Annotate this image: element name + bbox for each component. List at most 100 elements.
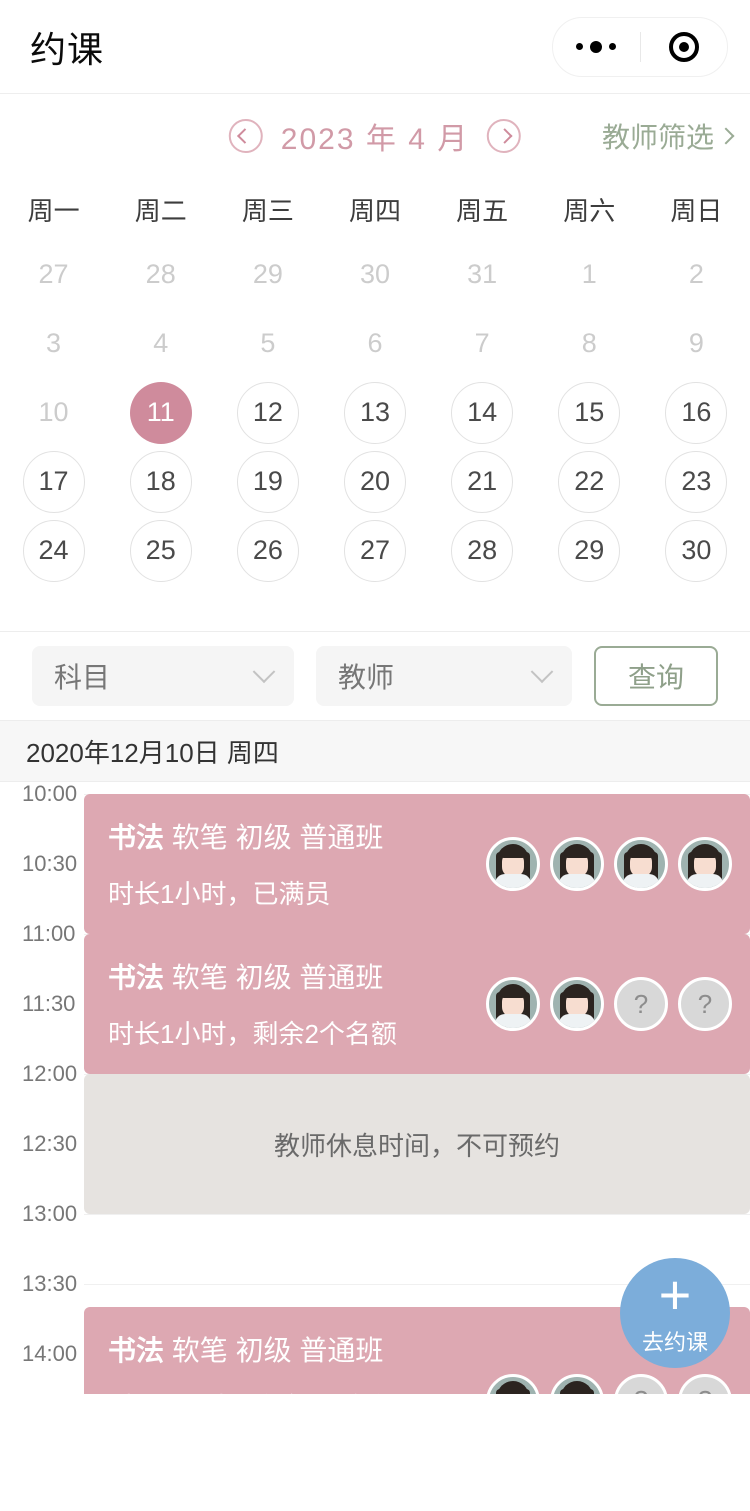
avatar-body — [559, 1014, 595, 1028]
calendar: 周一 周二 周三 周四 周五 周六 周日 27 28 29 30 31 1 2 3 4 5 6 7 8 9… — [0, 178, 750, 591]
month-navigation: 2023 年 4 月 教师筛选 — [0, 94, 750, 178]
calendar-day-13[interactable]: 13 — [343, 381, 406, 444]
calendar-cell[interactable]: 25 — [107, 516, 214, 585]
calendar-cell[interactable]: 20 — [321, 447, 428, 516]
calendar-cell[interactable]: 28 — [429, 516, 536, 585]
avatar-body — [623, 874, 659, 888]
class-card[interactable]: 书法 软笔 初级 普通班时长1小时，剩余2个名额?? — [84, 934, 750, 1074]
time-label: 12:00 — [22, 1061, 78, 1086]
calendar-body: 27 28 29 30 31 1 2 3 4 5 6 7 8 9 10 11 12 13 14 15 16 17 18 19 2… — [0, 240, 750, 585]
calendar-cell[interactable]: 13 — [321, 378, 428, 447]
day-header: 2020年12月10日 周四 — [0, 720, 750, 782]
teacher-filter-link[interactable]: 教师筛选 — [602, 116, 735, 156]
avatar-group: ?? — [486, 1373, 732, 1394]
next-month-icon[interactable] — [487, 119, 522, 153]
empty-slot-avatar: ? — [678, 977, 732, 1031]
plus-icon: + — [658, 1263, 692, 1326]
calendar-cell[interactable]: 26 — [214, 516, 321, 585]
calendar-day-7: 7 — [474, 328, 490, 358]
calendar-cell: 27 — [0, 240, 107, 309]
teacher-select-value: 教师 — [338, 662, 395, 693]
calendar-day-18[interactable]: 18 — [129, 450, 192, 513]
calendar-day-19[interactable]: 19 — [236, 450, 299, 513]
calendar-day-26[interactable]: 26 — [236, 519, 299, 582]
calendar-cell[interactable]: 19 — [214, 447, 321, 516]
calendar-cell: 5 — [214, 309, 321, 378]
time-label: 12:30 — [22, 1131, 78, 1156]
calendar-day-30: 30 — [359, 259, 390, 289]
more-dots-icon — [576, 40, 617, 53]
calendar-day-23[interactable]: 23 — [665, 450, 728, 513]
weekday-label: 周三 — [241, 195, 294, 226]
chevron-right-icon — [717, 127, 735, 145]
teacher-select[interactable]: 教师 — [316, 646, 572, 706]
student-avatar — [486, 977, 540, 1031]
calendar-cell[interactable]: 23 — [643, 447, 750, 516]
top-bar: 约课 — [0, 0, 750, 94]
calendar-cell: 3 — [0, 309, 107, 378]
calendar-day-29[interactable]: 29 — [558, 519, 621, 582]
avatar-body — [687, 874, 723, 888]
calendar-day-24[interactable]: 24 — [22, 519, 85, 582]
class-card[interactable]: 书法 软笔 初级 普通班 时长1小时，已满员 — [84, 794, 750, 934]
calendar-day-30[interactable]: 30 — [665, 519, 728, 582]
fab-label: 去约课 — [641, 1330, 708, 1355]
query-button[interactable]: 查询 — [594, 646, 718, 706]
calendar-cell: 30 — [321, 240, 428, 309]
calendar-day-25[interactable]: 25 — [129, 519, 192, 582]
calendar-cell[interactable]: 12 — [214, 378, 321, 447]
calendar-week-row: 27 28 29 30 31 1 2 — [0, 240, 750, 309]
calendar-cell[interactable]: 27 — [321, 516, 428, 585]
student-avatar — [550, 1373, 604, 1394]
calendar-cell[interactable]: 17 — [0, 447, 107, 516]
calendar-day-31: 31 — [467, 259, 498, 289]
calendar-cell[interactable]: 11 — [107, 378, 214, 447]
calendar-day-28[interactable]: 28 — [451, 519, 514, 582]
class-detail: 软笔 初级 普通班 — [164, 1335, 384, 1367]
time-label: 11:00 — [22, 921, 76, 946]
avatar-body — [559, 874, 595, 888]
calendar-cell[interactable]: 22 — [536, 447, 643, 516]
subject-select[interactable]: 科目 — [32, 646, 294, 706]
avatar-body — [495, 1014, 531, 1028]
book-class-fab[interactable]: + 去约课 — [620, 1258, 730, 1368]
calendar-cell: 28 — [107, 240, 214, 309]
calendar-day-15[interactable]: 15 — [558, 381, 621, 444]
more-button[interactable] — [553, 40, 640, 53]
calendar-cell[interactable]: 30 — [643, 516, 750, 585]
filter-bar: 科目 教师 查询 — [0, 632, 750, 720]
calendar-day-22[interactable]: 22 — [558, 450, 621, 513]
weekday-label: 周四 — [348, 195, 401, 226]
calendar-day-6: 6 — [367, 328, 383, 358]
calendar-day-3: 3 — [46, 328, 62, 358]
class-subject: 书法 — [108, 1335, 165, 1367]
calendar-day-14[interactable]: 14 — [451, 381, 514, 444]
calendar-cell[interactable]: 18 — [107, 447, 214, 516]
calendar-cell[interactable]: 15 — [536, 378, 643, 447]
student-avatar — [486, 837, 540, 891]
calendar-cell[interactable]: 24 — [0, 516, 107, 585]
calendar-day-16[interactable]: 16 — [665, 381, 728, 444]
calendar-cell: 10 — [0, 378, 107, 447]
calendar-day-11[interactable]: 11 — [129, 381, 192, 444]
calendar-cell[interactable]: 16 — [643, 378, 750, 447]
question-mark-icon: ? — [634, 1385, 648, 1394]
weekday-label: 周一 — [27, 195, 80, 226]
calendar-cell[interactable]: 29 — [536, 516, 643, 585]
wechat-capsule[interactable] — [552, 16, 728, 77]
chevron-down-icon — [252, 660, 276, 684]
calendar-cell[interactable]: 21 — [429, 447, 536, 516]
calendar-cell: 31 — [429, 240, 536, 309]
calendar-day-21[interactable]: 21 — [451, 450, 514, 513]
avatar-group — [486, 837, 732, 891]
avatar-fringe — [564, 986, 590, 998]
calendar-day-12[interactable]: 12 — [236, 381, 299, 444]
prev-month-icon[interactable] — [228, 119, 263, 153]
calendar-week-row: 10 11 12 13 14 15 16 — [0, 378, 750, 447]
calendar-day-20[interactable]: 20 — [343, 450, 406, 513]
avatar-fringe — [692, 846, 718, 858]
calendar-day-17[interactable]: 17 — [22, 450, 85, 513]
calendar-cell[interactable]: 14 — [429, 378, 536, 447]
calendar-day-27[interactable]: 27 — [343, 519, 406, 582]
close-miniprogram-button[interactable] — [641, 31, 728, 62]
